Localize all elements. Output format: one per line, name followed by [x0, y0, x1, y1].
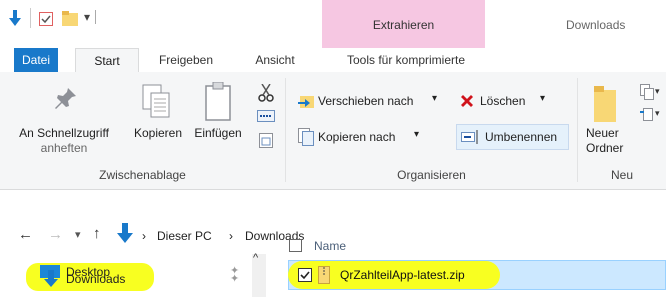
tab-ansicht[interactable]: Ansicht — [245, 48, 305, 72]
tab-start[interactable]: Start — [75, 48, 139, 74]
down-arrow-icon[interactable] — [9, 10, 21, 26]
delete-dropdown-icon: ▾ — [540, 93, 546, 104]
paste-button[interactable]: Einfügen — [188, 80, 248, 164]
quick-access-toolbar: ▾ — [0, 0, 140, 40]
row-checkbox-checked[interactable] — [298, 268, 312, 282]
rename-button[interactable]: Umbenennen — [456, 124, 569, 150]
clipboard-paste-icon — [205, 82, 231, 121]
tab-freigeben[interactable]: Freigeben — [147, 48, 225, 72]
svg-text:▾: ▾ — [655, 108, 660, 118]
copy-to-dropdown-icon: ▾ — [414, 129, 420, 140]
column-header-name[interactable]: Name — [314, 239, 346, 253]
group-separator — [285, 78, 286, 182]
group-label-organisieren: Organisieren — [397, 168, 466, 182]
easy-access-icon[interactable]: ▾ — [640, 106, 660, 122]
copy-to-button[interactable]: Kopieren nach ▾ — [294, 126, 444, 148]
context-tab-label: Extrahieren — [372, 18, 435, 32]
recent-locations-icon[interactable]: ▾ — [75, 228, 81, 241]
paste-label: Einfügen — [194, 126, 242, 140]
pin-icon: ✦ — [230, 273, 240, 285]
svg-text:▾: ▾ — [655, 86, 660, 96]
window-title: Downloads — [566, 18, 626, 32]
scroll-up-icon[interactable]: ^ — [253, 252, 258, 264]
delete-x-icon — [461, 95, 473, 107]
file-name[interactable]: QrZahlteilApp-latest.zip — [340, 268, 465, 282]
delete-button[interactable]: Löschen ▾ — [456, 90, 556, 112]
move-to-folder-icon — [298, 96, 314, 108]
forward-arrow-icon[interactable]: → — [48, 226, 63, 243]
new-folder-label-line-2: Ordner — [586, 141, 624, 155]
downloads-location-icon — [117, 223, 133, 243]
move-to-button[interactable]: Verschieben nach ▾ — [294, 90, 444, 112]
group-separator — [577, 78, 578, 182]
properties-check-icon[interactable] — [39, 12, 53, 26]
copy-to-label: Kopieren nach — [318, 130, 396, 144]
new-item-icon[interactable]: ▾ — [640, 84, 660, 100]
nav-scrollbar[interactable]: ^ — [252, 252, 266, 297]
group-label-zwischenablage: Zwischenablage — [99, 168, 186, 182]
pin-icon — [55, 88, 76, 109]
copy-to-icon — [298, 128, 314, 146]
select-all-checkbox[interactable] — [289, 239, 302, 252]
copy-path-icon[interactable] — [257, 110, 275, 122]
delete-label: Löschen — [480, 94, 526, 108]
pin-label-line-2: anheften — [40, 141, 88, 155]
paste-shortcut-icon[interactable] — [259, 132, 273, 148]
rename-label: Umbenennen — [485, 130, 558, 144]
tab-compressed-tools[interactable]: Tools für komprimierte Ordner — [327, 48, 485, 91]
new-folder-button[interactable]: Neuer Ordner — [582, 80, 630, 164]
nav-item-label: Downloads — [66, 272, 126, 286]
downloads-icon — [44, 270, 58, 287]
move-to-dropdown-icon: ▾ — [432, 93, 438, 104]
copy-label: Kopieren — [133, 126, 183, 140]
pin-quick-access-button[interactable]: An Schnellzugriff anheften — [2, 80, 126, 164]
breadcrumb-chevron-icon: › — [229, 229, 233, 243]
zip-file-icon — [318, 266, 330, 284]
nav-item-downloads[interactable]: Downloads ✦ — [40, 266, 250, 290]
group-label-neu: Neu — [610, 168, 633, 182]
breadcrumb-dieser-pc[interactable]: Dieser PC — [157, 229, 212, 243]
pin-label-line-1: An Schnellzugriff — [19, 126, 109, 140]
move-to-label: Verschieben nach — [318, 94, 414, 108]
cut-icon[interactable] — [258, 84, 274, 102]
up-arrow-icon[interactable]: ↑ — [93, 225, 101, 242]
tab-datei[interactable]: Datei — [14, 48, 58, 72]
back-arrow-icon[interactable]: ← — [18, 226, 33, 243]
new-folder-large-icon — [594, 86, 616, 122]
rename-icon — [461, 130, 478, 144]
new-folder-icon[interactable] — [62, 11, 78, 27]
new-folder-label-line-1: Neuer — [586, 126, 619, 140]
copy-button[interactable]: Kopieren — [128, 80, 188, 164]
breadcrumb-chevron-icon: › — [142, 229, 146, 243]
customize-dropdown-icon[interactable]: ▾ — [84, 10, 90, 24]
copy-icon — [142, 84, 170, 118]
